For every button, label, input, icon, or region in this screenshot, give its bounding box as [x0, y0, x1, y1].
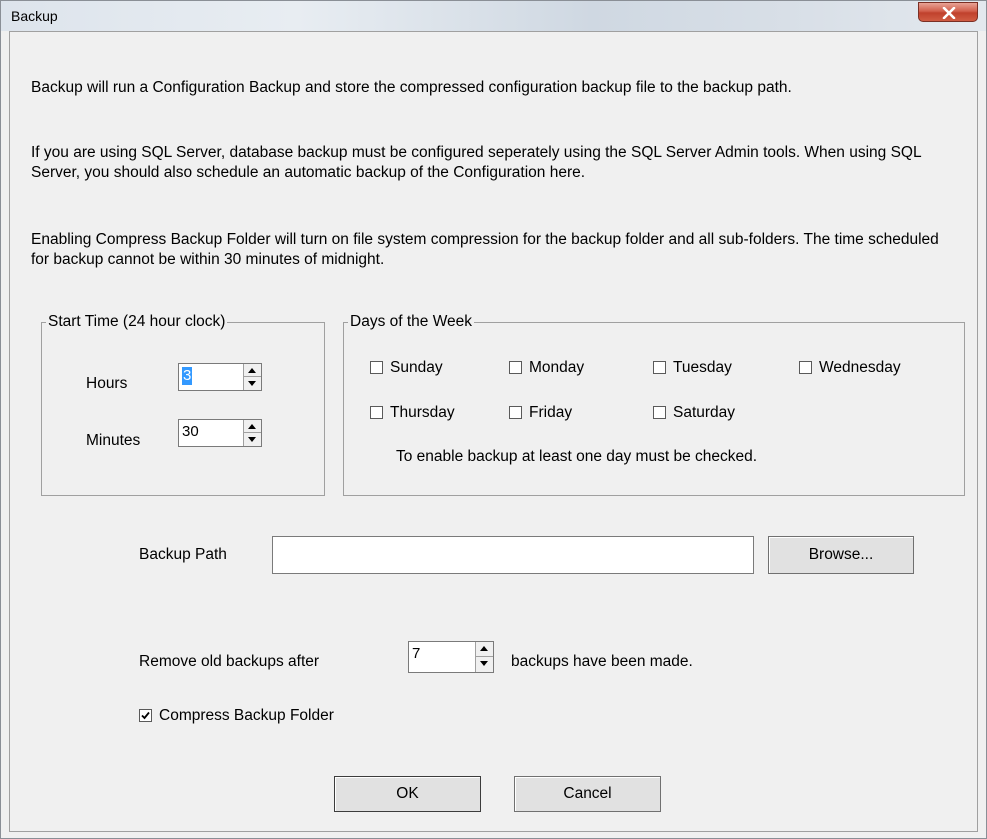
dialog-client-area: Backup will run a Configuration Backup a… [9, 31, 978, 832]
intro-paragraph-2: If you are using SQL Server, database ba… [31, 144, 922, 181]
minutes-spinner-arrows [243, 420, 261, 446]
remove-old-up-button[interactable] [476, 642, 493, 657]
start-time-group: Start Time (24 hour clock) Hours 3 Minut… [41, 313, 325, 496]
title-bar[interactable]: Backup [1, 1, 986, 31]
monday-label[interactable]: Monday [529, 358, 584, 378]
monday-checkbox[interactable]: Monday [509, 358, 619, 378]
intro-paragraph-3: Enabling Compress Backup Folder will tur… [31, 231, 939, 268]
remove-old-value[interactable]: 7 [412, 645, 420, 663]
compress-backup-checkbox[interactable]: Compress Backup Folder [139, 706, 439, 726]
remove-old-spinner[interactable]: 7 [408, 641, 494, 673]
tuesday-checkbox[interactable]: Tuesday [653, 358, 763, 378]
start-time-legend: Start Time (24 hour clock) [46, 313, 228, 331]
minutes-up-button[interactable] [244, 420, 261, 433]
thursday-checkbox-box[interactable] [370, 406, 383, 419]
intro-paragraph-1: Backup will run a Configuration Backup a… [31, 79, 792, 96]
tuesday-checkbox-box[interactable] [653, 361, 666, 374]
hours-label: Hours [86, 375, 128, 392]
hours-spinner[interactable]: 3 [178, 363, 262, 391]
minutes-down-button[interactable] [244, 433, 261, 446]
hours-spinner-arrows [243, 364, 261, 390]
days-note: To enable backup at least one day must b… [396, 448, 758, 465]
remove-old-down-button[interactable] [476, 657, 493, 672]
hours-up-button[interactable] [244, 364, 261, 377]
tuesday-label[interactable]: Tuesday [673, 358, 732, 378]
saturday-checkbox-box[interactable] [653, 406, 666, 419]
wednesday-label[interactable]: Wednesday [819, 358, 901, 378]
ok-button[interactable]: OK [334, 776, 481, 812]
saturday-checkbox[interactable]: Saturday [653, 403, 763, 423]
wednesday-checkbox[interactable]: Wednesday [799, 358, 939, 378]
hours-down-button[interactable] [244, 377, 261, 390]
spin-up-icon [248, 368, 256, 373]
spin-down-icon [248, 381, 256, 386]
cancel-button[interactable]: Cancel [514, 776, 661, 812]
days-of-week-group: Days of the Week Sunday Monday Tuesday W… [343, 313, 965, 496]
spin-up-icon [480, 646, 488, 651]
spin-down-icon [480, 661, 488, 666]
backup-dialog: Backup Backup will run a Configuration B… [0, 0, 987, 839]
minutes-value[interactable]: 30 [182, 423, 199, 441]
remove-old-suffix: backups have been made. [511, 653, 693, 670]
compress-backup-label[interactable]: Compress Backup Folder [159, 706, 334, 726]
friday-checkbox[interactable]: Friday [509, 403, 619, 423]
spin-down-icon [248, 437, 256, 442]
close-button[interactable] [918, 2, 978, 22]
close-icon [942, 7, 956, 19]
wednesday-checkbox-box[interactable] [799, 361, 812, 374]
sunday-label[interactable]: Sunday [390, 358, 443, 378]
compress-checkbox-box[interactable] [139, 709, 152, 722]
friday-checkbox-box[interactable] [509, 406, 522, 419]
saturday-label[interactable]: Saturday [673, 403, 735, 423]
remove-old-spinner-arrows [475, 642, 493, 672]
sunday-checkbox[interactable]: Sunday [370, 358, 480, 378]
minutes-spinner[interactable]: 30 [178, 419, 262, 447]
remove-old-prefix: Remove old backups after [139, 653, 320, 670]
sunday-checkbox-box[interactable] [370, 361, 383, 374]
monday-checkbox-box[interactable] [509, 361, 522, 374]
checkmark-icon [141, 711, 150, 720]
friday-label[interactable]: Friday [529, 403, 572, 423]
thursday-label[interactable]: Thursday [390, 403, 455, 423]
window-title: Backup [11, 8, 58, 24]
hours-value[interactable]: 3 [182, 367, 193, 385]
browse-button[interactable]: Browse... [768, 536, 914, 574]
backup-path-label: Backup Path [139, 546, 227, 563]
thursday-checkbox[interactable]: Thursday [370, 403, 480, 423]
spin-up-icon [248, 424, 256, 429]
minutes-label: Minutes [86, 432, 141, 449]
backup-path-input[interactable] [272, 536, 754, 574]
days-legend: Days of the Week [348, 313, 475, 331]
